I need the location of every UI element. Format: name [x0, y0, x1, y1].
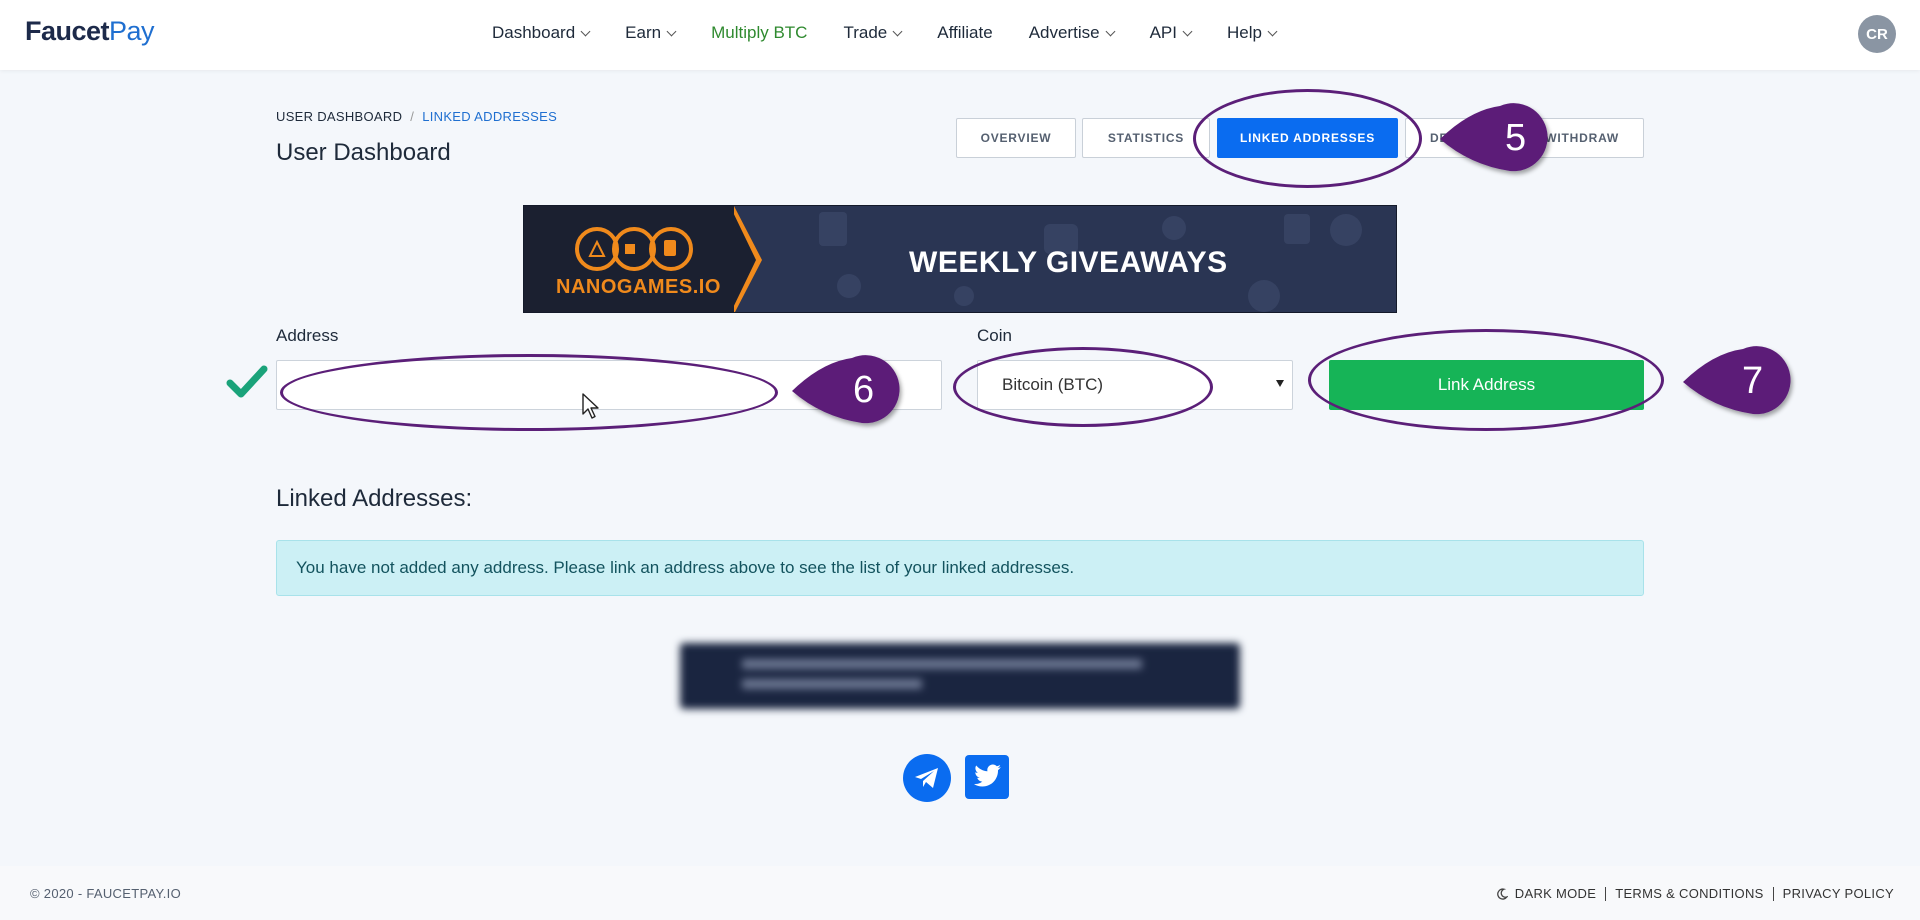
- logo-text-part2: Pay: [109, 16, 155, 46]
- logo-text-part1: Faucet: [25, 16, 110, 46]
- checkmark-icon: [226, 365, 268, 398]
- moon-icon: [1496, 887, 1508, 900]
- empty-state-alert: You have not added any address. Please l…: [276, 540, 1644, 596]
- faucetpay-logo[interactable]: FaucetPay: [25, 16, 155, 47]
- empty-state-message: You have not added any address. Please l…: [296, 558, 1075, 577]
- banner-arrow-inner: [730, 206, 756, 312]
- callout-marker: [1683, 346, 1791, 415]
- tab-deposit[interactable]: DEPOSIT: [1405, 118, 1512, 158]
- nav-item-help[interactable]: Help: [1226, 23, 1278, 43]
- nav-label: Help: [1226, 23, 1262, 42]
- nav-label: API: [1149, 23, 1177, 42]
- breadcrumb-separator: /: [410, 109, 415, 124]
- page-title: User Dashboard: [276, 139, 451, 166]
- main-nav: Dashboard Earn Multiply BTC Trade Affili…: [492, 0, 1312, 66]
- nav-item-advertise[interactable]: Advertise: [1028, 23, 1116, 43]
- breadcrumb: USER DASHBOARD / LINKED ADDRESSES: [276, 109, 557, 124]
- callout-number: 7: [1742, 360, 1764, 402]
- chevron-down-icon: [580, 26, 591, 36]
- nav-label: Dashboard: [492, 23, 576, 42]
- terms-link[interactable]: TERMS & CONDITIONS: [1615, 886, 1763, 901]
- twitter-glyph: [974, 764, 1001, 787]
- nav-item-multiply-btc[interactable]: Multiply BTC: [711, 23, 807, 43]
- nav-label: Multiply BTC: [711, 23, 808, 42]
- select-caret-icon: [1276, 380, 1284, 387]
- twitter-icon[interactable]: [965, 755, 1009, 799]
- nanogames-logo-icon: [575, 227, 693, 271]
- address-input[interactable]: [276, 360, 942, 410]
- banner-brand: NANOGAMES.IO: [556, 276, 721, 298]
- chevron-down-icon: [1267, 26, 1278, 36]
- nav-item-dashboard[interactable]: Dashboard: [492, 23, 591, 43]
- nav-label: Trade: [843, 23, 888, 42]
- banner-headline: WEEKLY GIVEAWAYS: [909, 246, 1228, 279]
- chevron-down-icon: [1182, 26, 1193, 36]
- address-label: Address: [276, 326, 339, 345]
- dark-mode-link[interactable]: DARK MODE: [1515, 886, 1596, 901]
- blurred-text-line: [742, 679, 922, 689]
- footer: © 2020 - FAUCETPAY.IO DARK MODE TERMS & …: [0, 866, 1920, 920]
- breadcrumb-current: LINKED ADDRESSES: [422, 109, 558, 124]
- nav-label: Advertise: [1028, 23, 1100, 42]
- blurred-text-line: [742, 659, 1142, 669]
- divider: [1772, 886, 1774, 901]
- blurred-ad-banner[interactable]: [680, 643, 1240, 709]
- avatar[interactable]: CR: [1858, 15, 1896, 53]
- chevron-down-icon: [1105, 26, 1116, 36]
- mouse-cursor-icon: [582, 393, 599, 419]
- ad-banner[interactable]: NANOGAMES.IO WEEKLY GIVEAWAYS: [523, 205, 1397, 313]
- coin-label: Coin: [977, 326, 1012, 345]
- telegram-glyph: [915, 768, 938, 788]
- chevron-down-icon: [666, 26, 677, 36]
- nav-item-api[interactable]: API: [1149, 23, 1193, 43]
- nav-label: Earn: [625, 23, 662, 42]
- tab-overview[interactable]: OVERVIEW: [956, 118, 1076, 158]
- top-navbar: FaucetPay Dashboard Earn Multiply BTC Tr…: [0, 0, 1920, 70]
- divider: [1605, 886, 1607, 901]
- nav-item-trade[interactable]: Trade: [843, 23, 903, 43]
- coin-select[interactable]: Bitcoin (BTC): [977, 360, 1293, 410]
- nav-label: Affiliate: [937, 23, 993, 42]
- coin-select-value: Bitcoin (BTC): [1002, 375, 1104, 394]
- tab-statistics[interactable]: STATISTICS: [1082, 118, 1210, 158]
- telegram-icon[interactable]: [903, 754, 951, 802]
- footer-links: DARK MODE TERMS & CONDITIONS PRIVACY POL…: [1496, 886, 1894, 901]
- chevron-down-icon: [892, 26, 903, 36]
- privacy-link[interactable]: PRIVACY POLICY: [1783, 886, 1894, 901]
- link-address-button[interactable]: Link Address: [1329, 360, 1644, 410]
- nav-item-affiliate[interactable]: Affiliate: [937, 23, 992, 43]
- tab-withdraw[interactable]: WITHDRAW: [1518, 118, 1644, 158]
- tab-linked-addresses[interactable]: LINKED ADDRESSES: [1217, 118, 1398, 158]
- breadcrumb-root[interactable]: USER DASHBOARD: [276, 109, 402, 124]
- nav-item-earn[interactable]: Earn: [625, 23, 677, 43]
- linked-addresses-title: Linked Addresses:: [276, 485, 473, 512]
- copyright: © 2020 - FAUCETPAY.IO: [30, 886, 181, 901]
